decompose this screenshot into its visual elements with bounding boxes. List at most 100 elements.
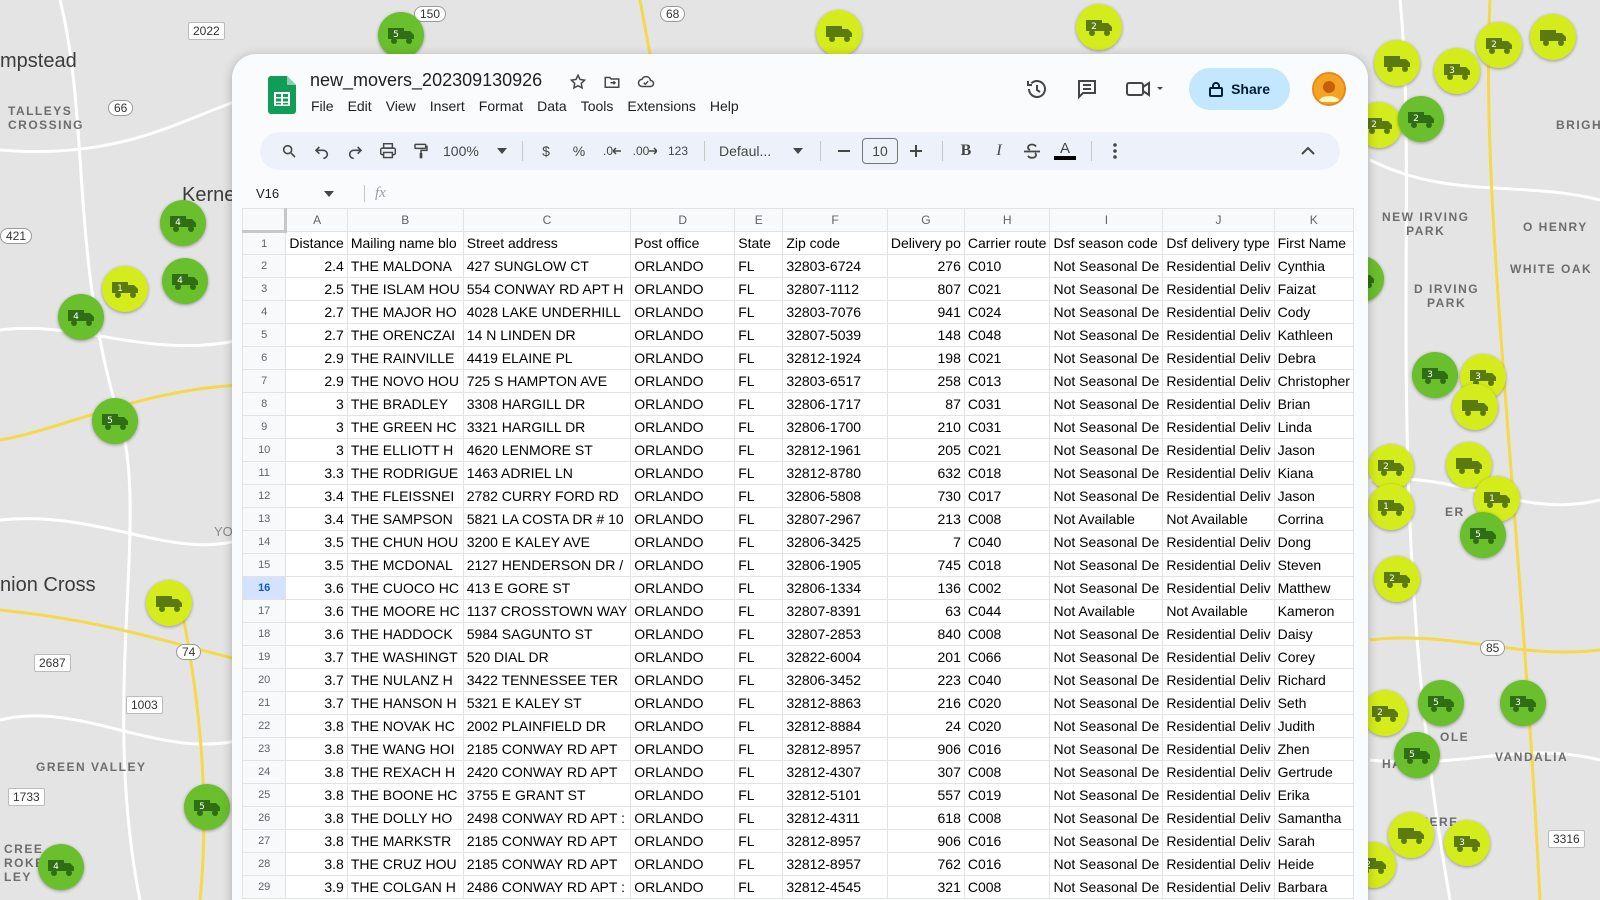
cell[interactable]: 32803-6517 xyxy=(782,369,888,393)
cell[interactable]: THE ORENCZAI xyxy=(346,323,464,347)
cell[interactable]: 3.8 xyxy=(285,806,348,830)
truck-marker[interactable]: 3 xyxy=(1434,48,1480,94)
cell[interactable]: 87 xyxy=(886,392,965,416)
cell[interactable]: Residential Deliv xyxy=(1162,277,1275,301)
cell[interactable]: THE COLGAN H xyxy=(346,875,464,899)
cell[interactable]: Residential Deliv xyxy=(1162,254,1275,278)
row-header[interactable]: 5 xyxy=(242,323,287,347)
cell[interactable]: 4620 LENMORE ST xyxy=(462,438,632,462)
cell[interactable]: Residential Deliv xyxy=(1162,576,1275,600)
cell[interactable]: 427 SUNGLOW CT xyxy=(462,254,632,278)
cell[interactable]: 3.8 xyxy=(285,829,348,853)
row-header[interactable]: 14 xyxy=(242,530,287,554)
cell[interactable]: C021 xyxy=(963,438,1051,462)
redo-icon[interactable] xyxy=(340,136,370,166)
cell[interactable]: 5321 E KALEY ST xyxy=(462,691,632,715)
cell[interactable]: 32807-1112 xyxy=(782,277,888,301)
row-header[interactable]: 11 xyxy=(242,461,287,485)
menu-extensions[interactable]: Extensions xyxy=(620,98,702,114)
cell[interactable]: Jason xyxy=(1273,484,1354,508)
cell[interactable]: Residential Deliv xyxy=(1162,415,1275,439)
cell[interactable]: Not Seasonal De xyxy=(1049,461,1164,485)
cell[interactable]: C040 xyxy=(963,668,1051,692)
cell[interactable]: THE WASHINGT xyxy=(346,645,464,669)
cell[interactable]: 32803-6724 xyxy=(782,254,888,278)
cell[interactable]: 5821 LA COSTA DR # 10 xyxy=(462,507,632,531)
cell[interactable]: Steven xyxy=(1273,553,1354,577)
cell[interactable]: Not Seasonal De xyxy=(1049,484,1164,508)
cell[interactable]: FL xyxy=(734,438,784,462)
italic-button[interactable]: I xyxy=(984,136,1014,166)
row-header[interactable]: 21 xyxy=(242,691,287,715)
cell[interactable]: ORLANDO xyxy=(630,415,736,439)
cell[interactable]: 63 xyxy=(886,599,965,623)
truck-marker[interactable] xyxy=(1374,40,1420,86)
cell[interactable]: 3755 E GRANT ST xyxy=(462,783,632,807)
cell[interactable]: 32807-2853 xyxy=(782,622,888,646)
cell[interactable]: Erika xyxy=(1273,783,1354,807)
cell[interactable]: ORLANDO xyxy=(630,553,736,577)
cell[interactable]: FL xyxy=(734,369,784,393)
cell[interactable]: 3.6 xyxy=(285,622,348,646)
cell[interactable]: FL xyxy=(734,484,784,508)
cell[interactable]: 4028 LAKE UNDERHILL xyxy=(462,300,632,324)
column-header-k[interactable]: K xyxy=(1273,208,1354,232)
cell[interactable]: THE MCDONAL xyxy=(346,553,464,577)
cell[interactable]: 730 xyxy=(886,484,965,508)
menu-file[interactable]: File xyxy=(304,98,341,114)
cell[interactable]: 24 xyxy=(886,714,965,738)
cell[interactable]: 32812-4311 xyxy=(782,806,888,830)
cell[interactable]: 32812-8957 xyxy=(782,829,888,853)
cell[interactable]: 32806-1334 xyxy=(782,576,888,600)
cell[interactable]: Not Seasonal De xyxy=(1049,346,1164,370)
cloud-status-icon[interactable] xyxy=(636,72,656,92)
cell[interactable]: 32807-2967 xyxy=(782,507,888,531)
cell[interactable]: Residential Deliv xyxy=(1162,530,1275,554)
cell[interactable]: C017 xyxy=(963,484,1051,508)
cell[interactable]: Post office xyxy=(630,231,736,255)
cell[interactable]: First Name xyxy=(1273,231,1354,255)
cell[interactable]: Kameron xyxy=(1273,599,1354,623)
cell[interactable]: Residential Deliv xyxy=(1162,737,1275,761)
cell[interactable]: 413 E GORE ST xyxy=(462,576,632,600)
cell[interactable]: 276 xyxy=(886,254,965,278)
row-header[interactable]: 16 xyxy=(242,576,287,600)
cell[interactable]: 762 xyxy=(886,852,965,876)
cell[interactable]: 321 xyxy=(886,875,965,899)
row-header[interactable]: 6 xyxy=(242,346,287,370)
cell[interactable]: THE REXACH H xyxy=(346,760,464,784)
cell[interactable]: Corey xyxy=(1273,645,1354,669)
cell[interactable]: ORLANDO xyxy=(630,392,736,416)
truck-marker[interactable]: 3 xyxy=(1500,680,1546,726)
cell[interactable]: 618 xyxy=(886,806,965,830)
cell[interactable]: ORLANDO xyxy=(630,714,736,738)
row-header[interactable]: 26 xyxy=(242,806,287,830)
cell[interactable]: Not Seasonal De xyxy=(1049,668,1164,692)
select-all-corner[interactable] xyxy=(242,208,288,233)
cell[interactable]: Street address xyxy=(462,231,632,255)
cell[interactable]: THE CUOCO HC xyxy=(346,576,464,600)
cell[interactable]: Linda xyxy=(1273,415,1354,439)
cell[interactable]: Matthew xyxy=(1273,576,1354,600)
cell[interactable]: Residential Deliv xyxy=(1162,645,1275,669)
cell[interactable]: Residential Deliv xyxy=(1162,875,1275,899)
cell[interactable]: 32806-5808 xyxy=(782,484,888,508)
cell[interactable]: THE MAJOR HO xyxy=(346,300,464,324)
cell[interactable]: THE DOLLY HO xyxy=(346,806,464,830)
row-header[interactable]: 23 xyxy=(242,737,287,761)
cell[interactable]: FL xyxy=(734,852,784,876)
cell[interactable]: Residential Deliv xyxy=(1162,461,1275,485)
cell[interactable]: 32807-5039 xyxy=(782,323,888,347)
cell[interactable]: 1463 ADRIEL LN xyxy=(462,461,632,485)
cell[interactable]: 2.5 xyxy=(285,277,348,301)
cell[interactable]: THE CRUZ HOU xyxy=(346,852,464,876)
cell[interactable]: ORLANDO xyxy=(630,645,736,669)
menu-view[interactable]: View xyxy=(379,98,423,114)
cell[interactable]: C020 xyxy=(963,714,1051,738)
cell[interactable]: Cynthia xyxy=(1273,254,1354,278)
cell[interactable]: FL xyxy=(734,392,784,416)
cell[interactable]: 3.8 xyxy=(285,714,348,738)
cell[interactable]: 2185 CONWAY RD APT xyxy=(462,829,632,853)
cell[interactable]: FL xyxy=(734,875,784,899)
cell[interactable]: Not Seasonal De xyxy=(1049,277,1164,301)
